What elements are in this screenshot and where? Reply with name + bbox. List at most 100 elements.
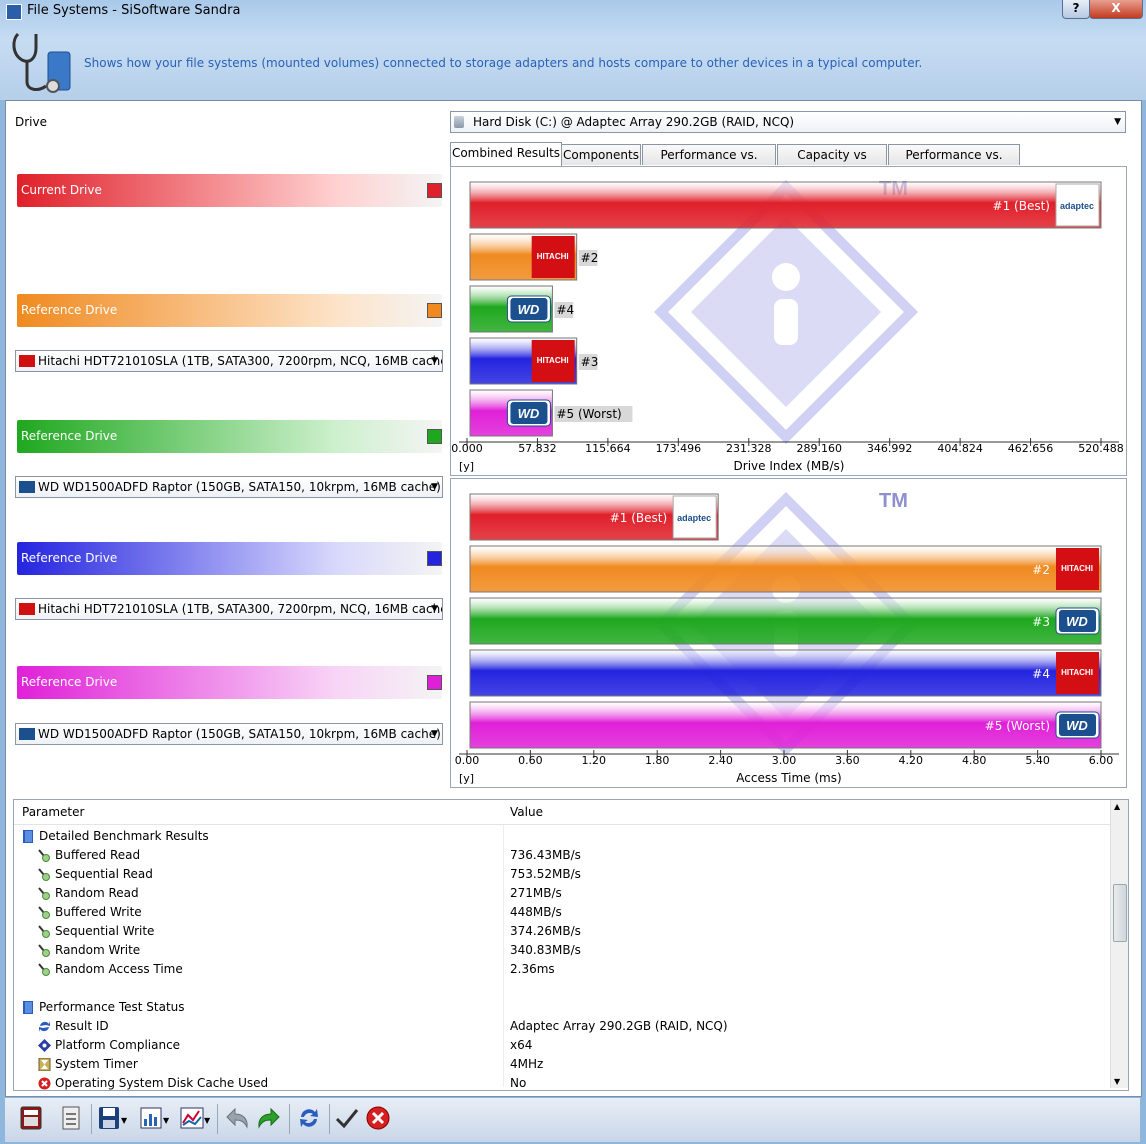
tab-performance-vs-power[interactable]: Performance vs. Power <box>642 144 776 182</box>
table-row[interactable]: Detailed Benchmark Results <box>14 827 1108 846</box>
reference-drive-select-1[interactable]: Hitachi HDT721010SLA (1TB, SATA300, 7200… <box>15 350 443 372</box>
reference-drive-select-4[interactable]: WD WD1500ADFD Raptor (150GB, SATA150, 10… <box>15 723 443 745</box>
scroll-thumb[interactable] <box>1113 884 1127 942</box>
tab-performance-vs-speed[interactable]: Performance vs. Speed <box>888 144 1020 182</box>
hitachi-logo-icon: HITACHI <box>531 340 575 382</box>
tab-components[interactable]: Components <box>561 144 641 165</box>
bar-3[interactable] <box>469 597 1102 645</box>
parameter-cell: Detailed Benchmark Results <box>39 829 209 843</box>
table-row[interactable]: Buffered Write 448MB/s <box>14 903 1108 922</box>
svg-text:WD: WD <box>1066 614 1088 629</box>
x-tick-label: 173.496 <box>656 442 702 455</box>
column-header-parameter[interactable]: Parameter <box>14 800 511 825</box>
table-row[interactable]: Random Write 340.83MB/s <box>14 941 1108 960</box>
x-tick-label: 0.000 <box>451 442 483 455</box>
drive-index-chart: TMadaptec#1 (Best)HITACHI#2WD#4HITACHI#3… <box>450 166 1127 476</box>
results-scrollbar[interactable]: ▲ ▼ <box>1110 800 1128 1088</box>
reference-drive-select-2[interactable]: WD WD1500ADFD Raptor (150GB, SATA150, 10… <box>15 476 443 498</box>
probe-icon <box>38 944 51 957</box>
report-icon[interactable] <box>57 1105 85 1133</box>
bar-rank-label: #3 <box>1032 615 1050 629</box>
column-header-value[interactable]: Value <box>503 800 1116 825</box>
legend-label: Reference Drive <box>21 551 118 565</box>
legend-color-swatch[interactable] <box>427 429 442 444</box>
adaptec-logo-icon: adaptec <box>672 495 717 539</box>
svg-text:adaptec: adaptec <box>677 513 711 523</box>
bar-2[interactable] <box>469 545 1102 593</box>
y-axis-label: [y] <box>459 460 474 473</box>
value-cell: 271MB/s <box>510 886 562 900</box>
tab-capacity-vs-power[interactable]: Capacity vs Power <box>777 144 887 182</box>
drive-select[interactable]: Hard Disk (C:) @ Adaptec Array 290.2GB (… <box>450 111 1126 133</box>
bar-4[interactable] <box>469 649 1102 697</box>
calculator-icon[interactable] <box>17 1105 45 1133</box>
svg-text:adaptec: adaptec <box>1060 201 1094 211</box>
book-icon <box>22 830 35 843</box>
table-row[interactable]: Platform Compliance x64 <box>14 1036 1108 1055</box>
table-row[interactable]: Buffered Read 736.43MB/s <box>14 846 1108 865</box>
save-icon[interactable]: ▼ <box>97 1105 128 1133</box>
results-grid: Parameter Value Detailed Benchmark Resul… <box>13 799 1129 1091</box>
value-cell: 448MB/s <box>510 905 562 919</box>
legend-color-swatch[interactable] <box>427 675 442 690</box>
table-row[interactable]: Sequential Write 374.26MB/s <box>14 922 1108 941</box>
parameter-cell: Performance Test Status <box>39 1000 185 1014</box>
reference-drive-select-value: Hitachi HDT721010SLA (1TB, SATA300, 7200… <box>38 354 443 368</box>
table-row[interactable]: Performance Test Status <box>14 998 1108 1017</box>
undo-icon[interactable] <box>223 1105 251 1133</box>
stethoscope-icon <box>12 32 71 93</box>
probe-icon <box>38 906 51 919</box>
x-tick-label: 0.00 <box>455 754 480 767</box>
value-cell: 4MHz <box>510 1057 544 1071</box>
table-row[interactable]: Result ID Adaptec Array 290.2GB (RAID, NC… <box>14 1017 1108 1036</box>
chevron-down-icon: ▼ <box>431 604 438 614</box>
scroll-down-icon[interactable]: ▼ <box>1114 1077 1120 1086</box>
drive-select-value: Hard Disk (C:) @ Adaptec Array 290.2GB (… <box>473 115 795 129</box>
wd-logo-icon <box>19 481 35 493</box>
legend-color-swatch[interactable] <box>427 551 442 566</box>
probe-icon <box>38 963 51 976</box>
parameter-cell: Platform Compliance <box>55 1038 181 1052</box>
table-row[interactable]: Sequential Read 753.52MB/s <box>14 865 1108 884</box>
table-row[interactable]: Operating System Disk Cache Used No <box>14 1074 1108 1093</box>
x-tick-label: 2.40 <box>708 754 733 767</box>
parameter-cell: Operating System Disk Cache Used <box>55 1076 269 1090</box>
x-tick-label: 57.832 <box>518 442 557 455</box>
probe-icon <box>38 887 51 900</box>
cancel-icon[interactable] <box>365 1105 393 1133</box>
bar-rank-label: #3 <box>581 355 599 369</box>
redo-icon[interactable] <box>255 1105 283 1133</box>
table-row[interactable]: Random Read 271MB/s <box>14 884 1108 903</box>
table-row[interactable]: System Timer 4MHz <box>14 1055 1108 1074</box>
table-row[interactable]: Random Access Time 2.36ms <box>14 960 1108 979</box>
value-cell: No <box>510 1076 527 1090</box>
access-time-chart-svg: TM adaptec #1 (Best) HITACHI #2 WD #3 HITACHI #4… <box>455 490 1119 785</box>
svg-text:WD: WD <box>518 406 540 421</box>
x-tick-label: 3.00 <box>772 754 797 767</box>
reference-drive-select-value: WD WD1500ADFD Raptor (150GB, SATA150, 10… <box>38 480 441 494</box>
value-cell: 374.26MB/s <box>510 924 581 938</box>
diamond-icon <box>38 1039 51 1052</box>
scroll-up-icon[interactable]: ▲ <box>1114 802 1120 811</box>
table-row[interactable] <box>14 979 1108 998</box>
adaptec-logo-icon: adaptec <box>1055 183 1100 227</box>
ok-icon[interactable] <box>333 1105 361 1133</box>
wd-logo-icon: WD <box>506 399 551 427</box>
parameter-cell: Sequential Read <box>55 867 153 881</box>
graph-icon[interactable]: ▼ <box>179 1105 211 1133</box>
toolbar-separator <box>329 1104 330 1134</box>
legend-color-swatch[interactable] <box>427 183 442 198</box>
legend-reference-drive-2: Reference Drive <box>17 420 442 453</box>
help-button[interactable]: ? <box>1062 0 1090 19</box>
legend-label: Reference Drive <box>21 675 118 689</box>
refresh-icon[interactable] <box>295 1105 323 1133</box>
tab-combined-results[interactable]: Combined Results <box>450 142 562 166</box>
toolbar-separator <box>289 1104 290 1134</box>
drive-label: Drive <box>15 115 47 129</box>
value-cell: Adaptec Array 290.2GB (RAID, NCQ) <box>510 1019 728 1033</box>
chart-options-icon[interactable]: ▼ <box>139 1105 170 1133</box>
close-button[interactable]: X <box>1089 0 1143 19</box>
parameter-cell: Buffered Read <box>55 848 141 862</box>
legend-color-swatch[interactable] <box>427 303 442 318</box>
reference-drive-select-3[interactable]: Hitachi HDT721010SLA (1TB, SATA300, 7200… <box>15 598 443 620</box>
